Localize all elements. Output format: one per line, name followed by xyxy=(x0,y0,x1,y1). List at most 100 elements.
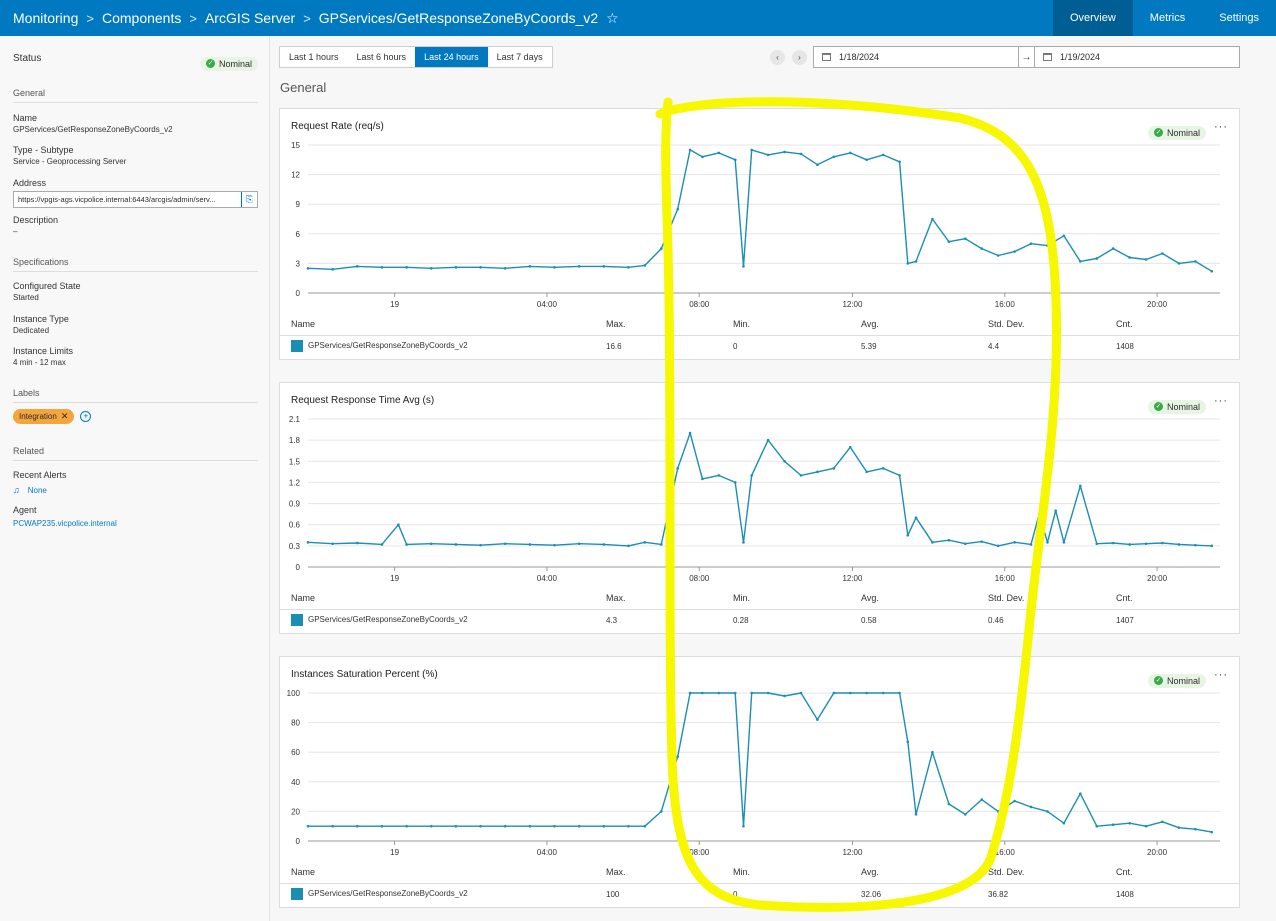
breadcrumb-arcgis-server[interactable]: ArcGIS Server xyxy=(205,10,295,26)
data-point xyxy=(643,824,647,828)
legend-col-avg: Avg. xyxy=(861,319,879,329)
data-point xyxy=(429,542,433,546)
data-point xyxy=(1177,543,1181,546)
data-point xyxy=(906,740,910,744)
data-point xyxy=(1128,543,1131,546)
data-point xyxy=(627,824,630,828)
end-date-field[interactable]: 1/19/2024 xyxy=(1035,47,1239,67)
data-point xyxy=(881,691,885,695)
x-tick-label: 19 xyxy=(390,300,399,309)
data-point xyxy=(1062,821,1066,825)
stat-avg: 5.39 xyxy=(861,342,877,351)
time-range-24h[interactable]: Last 24 hours xyxy=(415,47,488,67)
legend-col-cnt: Cnt. xyxy=(1116,593,1133,603)
data-point xyxy=(799,152,803,156)
time-range-6h[interactable]: Last 6 hours xyxy=(348,47,416,67)
close-icon[interactable]: ✕ xyxy=(61,411,69,422)
label-chip[interactable]: Integration ✕ xyxy=(13,409,75,424)
more-options-icon[interactable]: ··· xyxy=(1214,669,1228,681)
data-point xyxy=(479,824,482,828)
y-tick-label: 0 xyxy=(296,563,301,572)
label-chip-text: Integration xyxy=(19,412,57,421)
legend-row[interactable]: GPServices/GetResponseZoneByCoords_v2 16… xyxy=(280,335,1239,358)
instance-type-value: Dedicated xyxy=(13,326,50,335)
name-label: Name xyxy=(13,113,38,123)
type-value: Service - Geoprocessing Server xyxy=(13,157,127,166)
data-point xyxy=(742,824,745,828)
legend-col-name: Name xyxy=(291,867,316,877)
calendar-icon xyxy=(822,53,831,61)
data-point xyxy=(528,265,532,268)
data-point xyxy=(750,474,753,477)
data-point xyxy=(996,810,1000,813)
data-point xyxy=(676,467,680,470)
tab-settings[interactable]: Settings xyxy=(1202,0,1276,36)
data-point xyxy=(602,824,606,828)
labels-heading: Labels xyxy=(13,388,40,398)
data-point xyxy=(865,691,869,695)
data-point xyxy=(306,541,310,544)
data-point xyxy=(1095,542,1099,546)
legend-row[interactable]: GPServices/GetResponseZoneByCoords_v2 10… xyxy=(280,883,1239,906)
stat-std: 36.82 xyxy=(988,890,1009,899)
x-tick-label: 12:00 xyxy=(842,300,863,309)
time-range-1h[interactable]: Last 1 hours xyxy=(280,47,348,67)
data-point xyxy=(503,542,507,546)
tab-overview[interactable]: Overview xyxy=(1052,0,1133,36)
data-point xyxy=(1054,509,1057,512)
star-icon[interactable]: ☆ xyxy=(606,10,619,27)
arrow-right-icon: → xyxy=(1018,47,1035,67)
chevron-right-icon[interactable]: › xyxy=(792,50,807,65)
data-point xyxy=(742,265,745,268)
recent-alerts-label: Recent Alerts xyxy=(13,470,67,480)
start-date-value: 1/18/2024 xyxy=(839,52,880,62)
more-options-icon[interactable]: ··· xyxy=(1214,121,1228,133)
bell-icon: ♫ xyxy=(13,485,20,495)
data-point xyxy=(454,824,458,828)
series-swatch xyxy=(291,340,303,352)
breadcrumb-monitoring[interactable]: Monitoring xyxy=(13,10,78,26)
x-tick-label: 12:00 xyxy=(842,848,863,857)
data-point xyxy=(688,148,692,152)
data-point xyxy=(799,474,803,477)
data-point xyxy=(766,438,770,442)
tab-metrics[interactable]: Metrics xyxy=(1133,0,1202,36)
address-field[interactable]: https://vpgis-ags.vicpolice.internal:644… xyxy=(13,191,258,208)
more-options-icon[interactable]: ··· xyxy=(1214,395,1228,407)
breadcrumb-components[interactable]: Components xyxy=(102,10,181,26)
related-heading: Related xyxy=(13,446,45,456)
series-name: GPServices/GetResponseZoneByCoords_v2 xyxy=(308,341,468,351)
stat-cnt: 1407 xyxy=(1116,616,1134,625)
data-point xyxy=(331,542,334,546)
start-date-field[interactable]: 1/18/2024 xyxy=(814,47,1018,67)
time-range-7d[interactable]: Last 7 days xyxy=(488,47,552,67)
data-point xyxy=(331,268,334,271)
legend-row[interactable]: GPServices/GetResponseZoneByCoords_v2 4.… xyxy=(280,609,1239,632)
copy-icon[interactable]: ⎘ xyxy=(241,192,257,207)
data-point xyxy=(1128,821,1131,825)
divider xyxy=(13,460,258,461)
add-label-icon[interactable]: + xyxy=(80,411,92,422)
stat-max: 100 xyxy=(606,890,620,899)
data-point xyxy=(701,691,704,695)
agent-link[interactable]: PCWAP235.vicpolice.internal xyxy=(13,519,117,528)
x-tick-label: 19 xyxy=(390,848,399,857)
data-point xyxy=(783,150,786,154)
data-point xyxy=(947,240,951,243)
data-point xyxy=(688,691,692,695)
specifications-heading: Specifications xyxy=(13,257,69,267)
data-point xyxy=(848,445,852,449)
x-tick-label: 04:00 xyxy=(537,300,558,309)
y-tick-label: 0.9 xyxy=(289,500,301,509)
data-point xyxy=(1177,262,1181,265)
data-point xyxy=(1144,542,1148,546)
y-tick-label: 12 xyxy=(291,171,300,180)
data-point xyxy=(643,541,647,544)
data-point xyxy=(397,523,400,527)
recent-alerts-value[interactable]: None xyxy=(28,486,47,495)
series-swatch xyxy=(291,614,303,626)
chevron-left-icon[interactable]: ‹ xyxy=(770,50,785,65)
data-point xyxy=(1079,260,1082,263)
data-point xyxy=(306,267,310,270)
y-tick-label: 0 xyxy=(296,289,301,298)
